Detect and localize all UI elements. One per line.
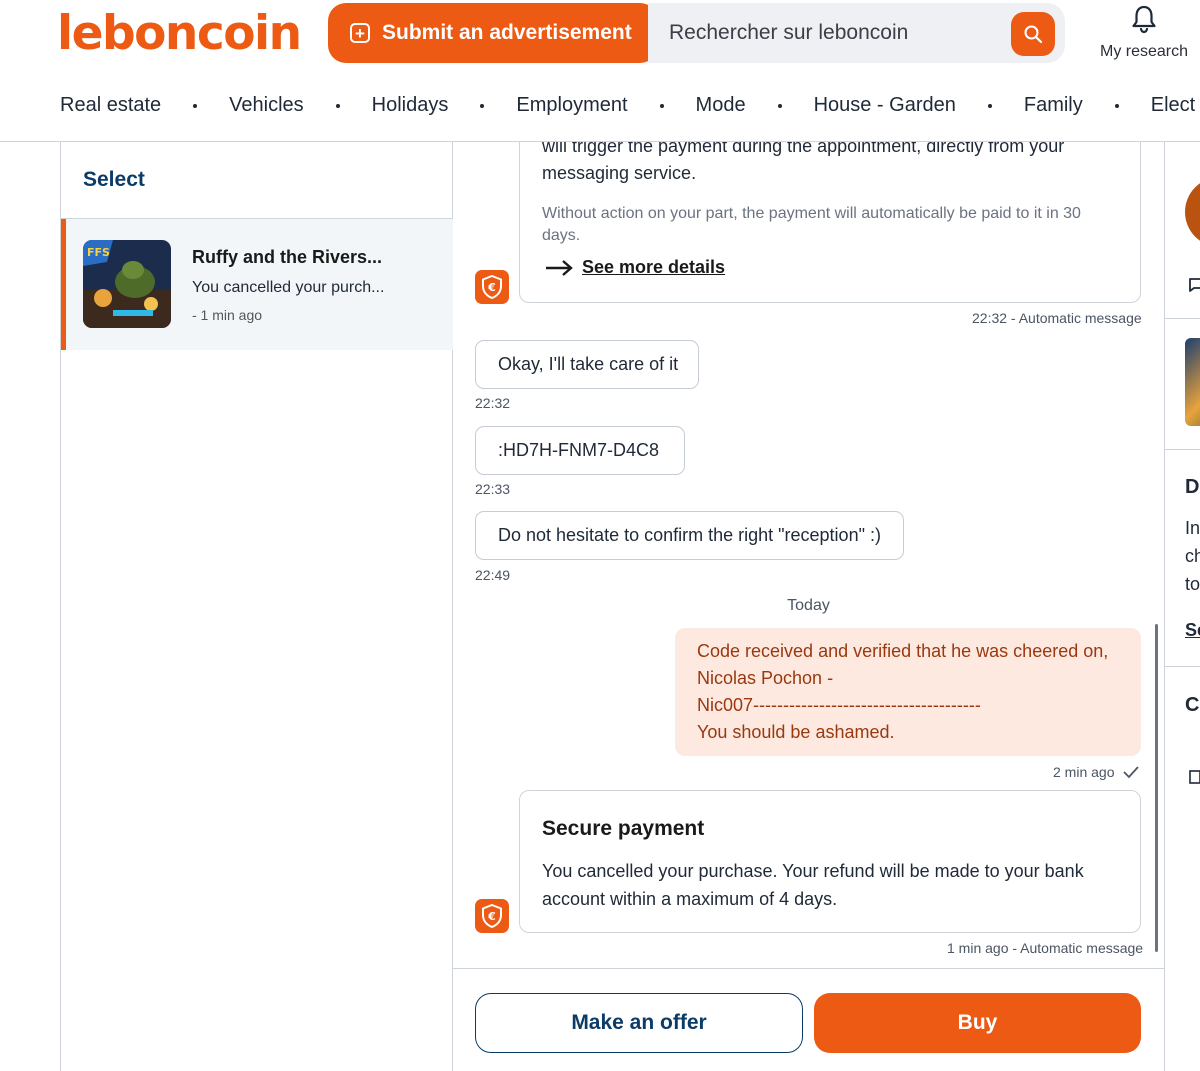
- category-nav: Real estate Vehicles Holidays Employment…: [60, 94, 1195, 117]
- own-message-line: Nic007----------------------------------…: [697, 695, 981, 715]
- card-note: Without action on your part, the payment…: [542, 205, 1081, 244]
- conversation-list-panel: Select FFS Ruffy and the Rivers... You c…: [60, 142, 453, 1071]
- divider: [1165, 666, 1200, 667]
- conversation-title: Ruffy and the Rivers...: [192, 247, 383, 267]
- message-time: 22:49: [475, 567, 511, 583]
- submit-advertisement-label: Submit an advertisement: [382, 21, 632, 44]
- section-heading: D: [1185, 476, 1200, 498]
- my-research-button[interactable]: My research: [1094, 4, 1194, 61]
- search-bar: [648, 3, 1065, 63]
- own-message-meta: 2 min ago: [1053, 764, 1140, 780]
- own-message-bubble: Code received and verified that he was c…: [675, 628, 1141, 756]
- nav-item-family[interactable]: Family: [1024, 94, 1083, 117]
- nav-separator: [193, 103, 198, 108]
- nav-separator: [777, 103, 782, 108]
- own-message-line: Code received and verified that he was c…: [697, 641, 1109, 661]
- buy-button[interactable]: Buy: [814, 993, 1141, 1053]
- bell-icon: [1132, 5, 1156, 34]
- own-message-line: Nicolas Pochon -: [697, 668, 834, 688]
- my-research-label: My research: [1099, 43, 1189, 60]
- divider: [1165, 318, 1200, 319]
- own-message-line: You should be ashamed.: [697, 722, 895, 742]
- nav-item-vehicles[interactable]: Vehicles: [229, 94, 304, 117]
- seller-avatar[interactable]: [1185, 177, 1200, 247]
- listing-details-panel: D In ch to Se C: [1164, 142, 1200, 1071]
- chat-thread: will trigger the payment during the appo…: [453, 142, 1164, 968]
- submit-advertisement-button[interactable]: + Submit an advertisement: [328, 3, 658, 63]
- secure-payment-card: Secure payment You cancelled your purcha…: [519, 790, 1141, 933]
- svg-text:FFS: FFS: [87, 246, 110, 259]
- see-more-details-label: See more details: [582, 257, 726, 277]
- message-time: 22:33: [475, 481, 511, 497]
- svg-text:€: €: [487, 281, 496, 294]
- make-offer-button[interactable]: Make an offer: [475, 993, 803, 1053]
- search-button[interactable]: [1011, 12, 1055, 56]
- section-heading: C: [1185, 694, 1200, 716]
- message-meta: 1 min ago - Automatic message: [947, 940, 1144, 956]
- listing-thumbnail: FFS: [83, 240, 171, 328]
- section-text: In: [1185, 518, 1200, 538]
- section-link[interactable]: Se: [1185, 620, 1200, 641]
- divider: [1165, 449, 1200, 450]
- svg-text:€: €: [487, 910, 496, 923]
- select-button[interactable]: Select: [83, 168, 145, 192]
- nav-separator: [480, 103, 485, 108]
- search-input[interactable]: [669, 21, 999, 45]
- own-message-time: 2 min ago: [1053, 764, 1115, 780]
- nav-separator: [659, 103, 664, 108]
- secure-payment-icon: €: [475, 270, 509, 304]
- message-bubble: Do not hesitate to confirm the right "re…: [475, 511, 904, 560]
- message-time: 22:32: [475, 395, 511, 411]
- card-title: Secure payment: [542, 817, 705, 840]
- chat-scrollbar[interactable]: [1155, 624, 1158, 952]
- arrow-right-icon: [546, 259, 573, 276]
- checkbox-icon[interactable]: [1189, 770, 1200, 784]
- card-text: will trigger the payment during the appo…: [542, 142, 1065, 183]
- nav-item-employment[interactable]: Employment: [516, 94, 627, 117]
- see-more-details-link[interactable]: See more details: [544, 257, 725, 278]
- section-text: to: [1185, 574, 1200, 594]
- nav-separator: [987, 103, 992, 108]
- message-meta: 22:32 - Automatic message: [972, 310, 1142, 326]
- nav-separator: [1114, 103, 1119, 108]
- automatic-message-card: will trigger the payment during the appo…: [519, 142, 1141, 303]
- nav-item-holidays[interactable]: Holidays: [372, 94, 449, 117]
- nav-item-mode[interactable]: Mode: [696, 94, 746, 117]
- nav-item-real-estate[interactable]: Real estate: [60, 94, 161, 117]
- leboncoin-logo[interactable]: leboncoin: [57, 6, 302, 62]
- conversation-item[interactable]: FFS Ruffy and the Rivers... You cancelle…: [61, 219, 453, 350]
- message-icon: [1189, 278, 1200, 292]
- secure-payment-icon: €: [475, 899, 509, 933]
- message-bubble: Okay, I'll take care of it: [475, 340, 699, 389]
- nav-separator: [335, 103, 340, 108]
- conversation-time: - 1 min ago: [192, 307, 263, 323]
- conversation-preview: You cancelled your purch...: [192, 279, 385, 296]
- top-header: leboncoin + Submit an advertisement My r…: [0, 0, 1200, 142]
- section-text: ch: [1185, 546, 1200, 566]
- check-icon: [1123, 766, 1140, 779]
- day-separator: Today: [787, 597, 830, 614]
- message-bubble: :HD7H-FNM7-D4C8: [475, 426, 685, 475]
- listing-image[interactable]: [1185, 338, 1200, 426]
- nav-item-electronics[interactable]: Elect: [1151, 94, 1195, 117]
- search-icon: [1024, 25, 1043, 44]
- nav-item-house-garden[interactable]: House - Garden: [814, 94, 956, 117]
- plus-square-icon: +: [350, 23, 370, 43]
- card-body: You cancelled your purchase. Your refund…: [542, 861, 1084, 909]
- action-bar: Make an offer Buy: [453, 968, 1164, 1071]
